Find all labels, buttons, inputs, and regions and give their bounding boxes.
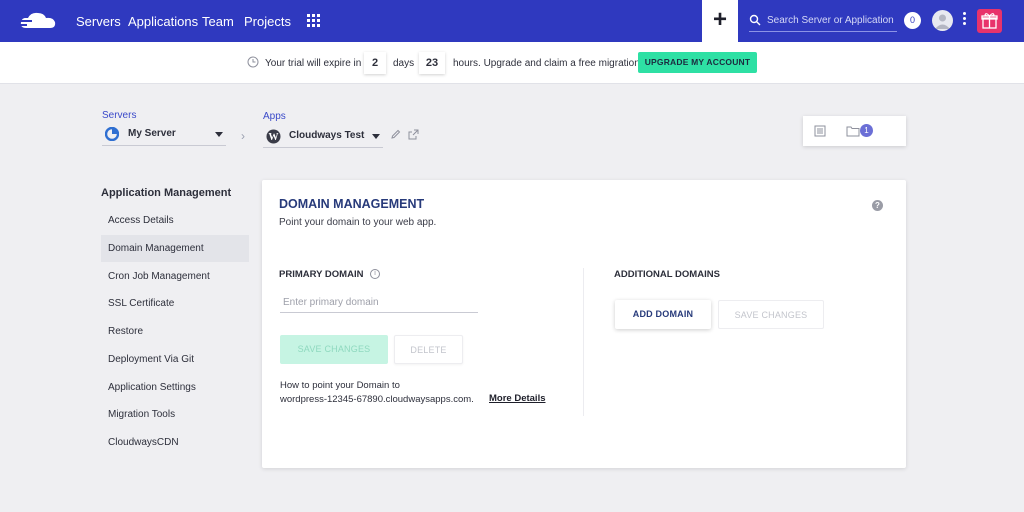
trial-hours: 23 xyxy=(419,52,445,74)
server-icon xyxy=(105,127,119,141)
sidebar-item-application-settings[interactable]: Application Settings xyxy=(101,374,249,401)
nav-servers[interactable]: Servers xyxy=(76,14,121,29)
additional-domains-label: ADDITIONAL DOMAINS xyxy=(614,269,720,280)
add-domain-button[interactable]: ADD DOMAIN xyxy=(615,300,711,329)
more-menu-icon[interactable] xyxy=(963,12,967,28)
primary-domain-label: PRIMARY DOMAIN xyxy=(279,269,364,280)
page-title: DOMAIN MANAGEMENT xyxy=(279,197,425,211)
cloudways-logo[interactable] xyxy=(18,9,62,33)
apps-label: Apps xyxy=(263,111,286,122)
search-box[interactable] xyxy=(749,10,897,32)
page-subtitle: Point your domain to your web app. xyxy=(279,217,437,228)
sidebar-item-deployment-via-git[interactable]: Deployment Via Git xyxy=(101,346,249,373)
user-icon xyxy=(935,14,950,29)
app-selector[interactable]: W Cloudways Test xyxy=(263,126,383,148)
sidebar-item-restore[interactable]: Restore xyxy=(101,318,249,345)
svg-text:W: W xyxy=(269,132,279,143)
info-icon[interactable]: i xyxy=(370,269,380,279)
server-selector[interactable]: My Server xyxy=(102,124,226,146)
sidebar-title: Application Management xyxy=(101,187,232,199)
sidebar-item-cron-job-management[interactable]: Cron Job Management xyxy=(101,263,249,290)
app-name: Cloudways Test xyxy=(289,130,365,141)
upgrade-account-button[interactable]: UPGRADE MY ACCOUNT xyxy=(638,52,757,73)
help-icon[interactable]: ? xyxy=(872,200,883,211)
gift-icon[interactable] xyxy=(977,9,1002,33)
server-name: My Server xyxy=(128,128,176,139)
nav-projects[interactable]: Projects xyxy=(244,14,291,29)
clock-icon xyxy=(247,56,259,68)
column-divider xyxy=(583,268,584,416)
howto-line-2: wordpress-12345-67890.cloudwaysapps.com. xyxy=(280,394,474,405)
save-additional-changes-button[interactable]: SAVE CHANGES xyxy=(718,300,824,329)
delete-button[interactable]: DELETE xyxy=(394,335,463,364)
chevron-down-icon xyxy=(215,132,223,137)
trial-text: Your trial will expire in xyxy=(265,58,362,69)
avatar[interactable] xyxy=(932,10,953,31)
sidebar-item-domain-management[interactable]: Domain Management xyxy=(101,235,249,262)
folder-icon[interactable] xyxy=(846,125,860,137)
howto-text: How to point your Domain to wordpress-12… xyxy=(280,379,474,407)
list-icon[interactable] xyxy=(814,125,826,137)
breadcrumb-chevron-icon: › xyxy=(241,129,245,143)
apps-grid-icon[interactable] xyxy=(307,14,320,27)
wordpress-icon: W xyxy=(266,129,281,144)
top-bar: Servers Applications Team Projects + 0 xyxy=(0,0,1024,42)
sidebar-item-migration-tools[interactable]: Migration Tools xyxy=(101,401,249,428)
domain-management-card: DOMAIN MANAGEMENT Point your domain to y… xyxy=(262,180,906,468)
trial-days-label: days xyxy=(393,58,415,69)
servers-label: Servers xyxy=(102,110,137,121)
sidebar-item-access-details[interactable]: Access Details xyxy=(101,207,249,234)
sidebar-item-cloudwayscdn[interactable]: CloudwaysCDN xyxy=(101,429,249,456)
trial-banner: Your trial will expire in 2 days 23 hour… xyxy=(0,42,1024,84)
add-plus-button[interactable]: + xyxy=(702,0,738,42)
more-details-link[interactable]: More Details xyxy=(489,393,546,404)
search-input[interactable] xyxy=(767,11,897,29)
folder-count-badge: 1 xyxy=(860,124,873,137)
nav-team[interactable]: Team xyxy=(202,14,234,29)
trial-days: 2 xyxy=(364,52,386,74)
search-icon xyxy=(749,14,761,26)
notification-badge[interactable]: 0 xyxy=(904,12,921,29)
nav-applications[interactable]: Applications xyxy=(128,14,198,29)
trial-hours-text: hours. Upgrade and claim a free migratio… xyxy=(453,58,640,69)
sidebar-item-ssl-certificate[interactable]: SSL Certificate xyxy=(101,290,249,317)
primary-domain-input[interactable] xyxy=(280,293,478,313)
howto-line-1: How to point your Domain to xyxy=(280,380,400,391)
edit-icon[interactable] xyxy=(390,129,401,140)
external-link-icon[interactable] xyxy=(408,129,419,140)
chevron-down-icon xyxy=(372,134,380,139)
toolbar-box: 1 xyxy=(803,116,906,146)
save-changes-button[interactable]: SAVE CHANGES xyxy=(280,335,388,364)
